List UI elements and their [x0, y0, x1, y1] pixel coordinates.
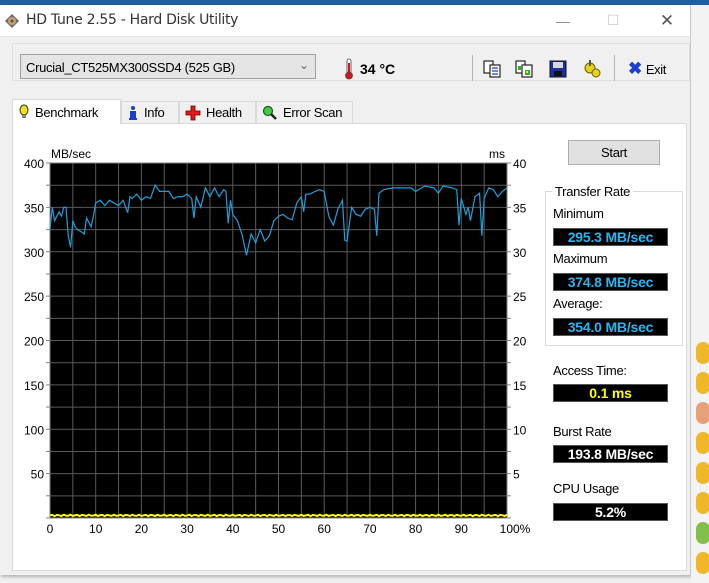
maximum-value: 374.8 MB/sec — [553, 273, 668, 291]
y-tick-label: 250 — [24, 290, 44, 304]
exit-icon: ✖ — [628, 59, 642, 78]
benchmark-chart: 400350300250200150100504035302520151050 1… — [24, 147, 531, 536]
access-time-label: Access Time: — [553, 363, 627, 378]
burst-rate-value: 193.8 MB/sec — [553, 445, 668, 463]
tab-benchmark-label: Benchmark — [35, 104, 99, 120]
maximum-label: Maximum — [553, 251, 608, 266]
y-tick-label: 400 — [24, 157, 44, 171]
exit-button[interactable]: ✖ Exit — [628, 58, 666, 80]
save-icon[interactable] — [548, 59, 568, 79]
emoji-icon — [696, 522, 709, 544]
y-tick-label: 200 — [24, 335, 44, 349]
y2-tick-label: 25 — [513, 290, 527, 304]
y2-tick-label: 15 — [513, 379, 527, 393]
emoji-icon — [696, 342, 709, 364]
x-tick-label: 70 — [363, 522, 377, 536]
minimum-value: 295.3 MB/sec — [553, 228, 668, 246]
x-tick-label: 30 — [180, 522, 194, 536]
exit-label: Exit — [645, 61, 666, 77]
y2-tick-label: 35 — [513, 201, 527, 215]
x-tick-label: 20 — [135, 522, 149, 536]
x-tick-label: 60 — [318, 522, 332, 536]
emoji-icon — [696, 462, 709, 484]
x-tick-label: 90 — [455, 522, 469, 536]
x-tick-label: 80 — [409, 522, 423, 536]
close-button[interactable]: ✕ — [644, 5, 690, 36]
burst-rate-label: Burst Rate — [553, 424, 612, 439]
emoji-icon — [696, 402, 709, 424]
y2-axis-label: ms — [489, 147, 505, 161]
average-label: Average: — [553, 296, 603, 311]
x-tick-label: 50 — [272, 522, 286, 536]
close-icon: ✕ — [659, 10, 675, 30]
y-axis-label: MB/sec — [51, 147, 91, 161]
minimize-button[interactable]: — — [540, 5, 586, 36]
start-button-label: Start — [601, 145, 627, 160]
emoji-icon — [696, 372, 709, 394]
options-icon[interactable] — [582, 59, 602, 79]
tab-benchmark[interactable]: Benchmark — [12, 99, 121, 124]
maximize-button[interactable]: ☐ — [590, 5, 636, 36]
maximize-icon: ☐ — [606, 12, 620, 28]
cpu-usage-value: 5.2% — [553, 503, 668, 521]
transfer-rate-title: Transfer Rate — [552, 184, 634, 199]
y-tick-label: 150 — [24, 379, 44, 393]
x-tick-label: 10 — [89, 522, 103, 536]
cpu-usage-label: CPU Usage — [553, 481, 619, 496]
emoji-icon — [696, 552, 709, 574]
y2-tick-label: 40 — [513, 157, 527, 171]
y2-tick-label: 10 — [513, 423, 527, 437]
emoji-icon — [696, 492, 709, 514]
bulb-icon — [19, 104, 29, 118]
y2-tick-label: 20 — [513, 335, 527, 349]
y2-tick-label: 30 — [513, 246, 527, 260]
average-value: 354.0 MB/sec — [553, 318, 668, 336]
x-tick-label: 0 — [47, 522, 54, 536]
toolbar-separator — [614, 55, 615, 81]
access-time-value: 0.1 ms — [553, 384, 668, 402]
y2-tick-label: 5 — [513, 468, 520, 482]
x-tick-label: 40 — [226, 522, 240, 536]
start-button[interactable]: Start — [568, 140, 660, 165]
y-tick-label: 300 — [24, 246, 44, 260]
minimum-label: Minimum — [553, 206, 604, 221]
minimize-icon: — — [556, 12, 570, 29]
y-tick-label: 50 — [31, 468, 45, 482]
emoji-icon — [696, 432, 709, 454]
y-tick-label: 350 — [24, 201, 44, 215]
y-tick-label: 100 — [24, 423, 44, 437]
x-tick-label: 100% — [500, 522, 531, 536]
